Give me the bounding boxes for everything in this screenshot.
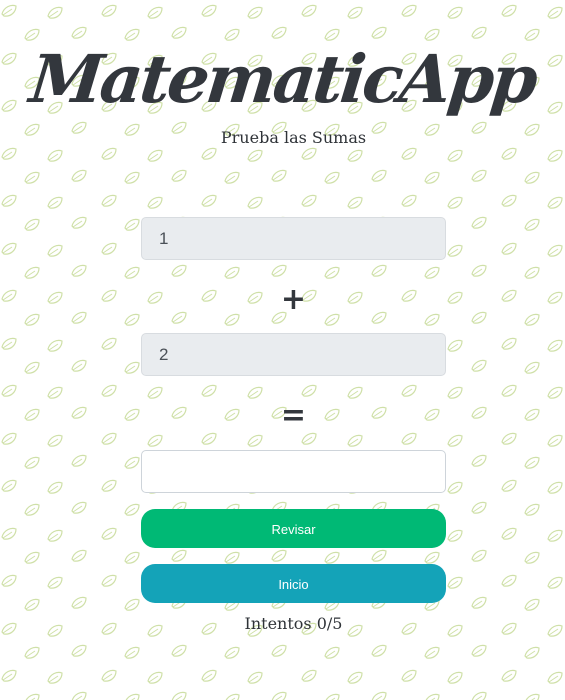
second-operand-field: 2 [141,333,446,376]
equals-operator: = [280,398,307,433]
app-subtitle: Prueba las Sumas [220,128,367,147]
start-button[interactable]: Inicio [141,564,446,603]
main-container: MatematicApp Prueba las Sumas 1 + 2 = Re… [0,0,565,700]
plus-operator: + [280,282,307,317]
app-title: MatematicApp [26,40,539,118]
attempts-counter: Intentos 0/5 [244,614,343,633]
check-button[interactable]: Revisar [141,509,446,548]
answer-input[interactable] [141,450,446,493]
first-operand-field: 1 [141,217,446,260]
